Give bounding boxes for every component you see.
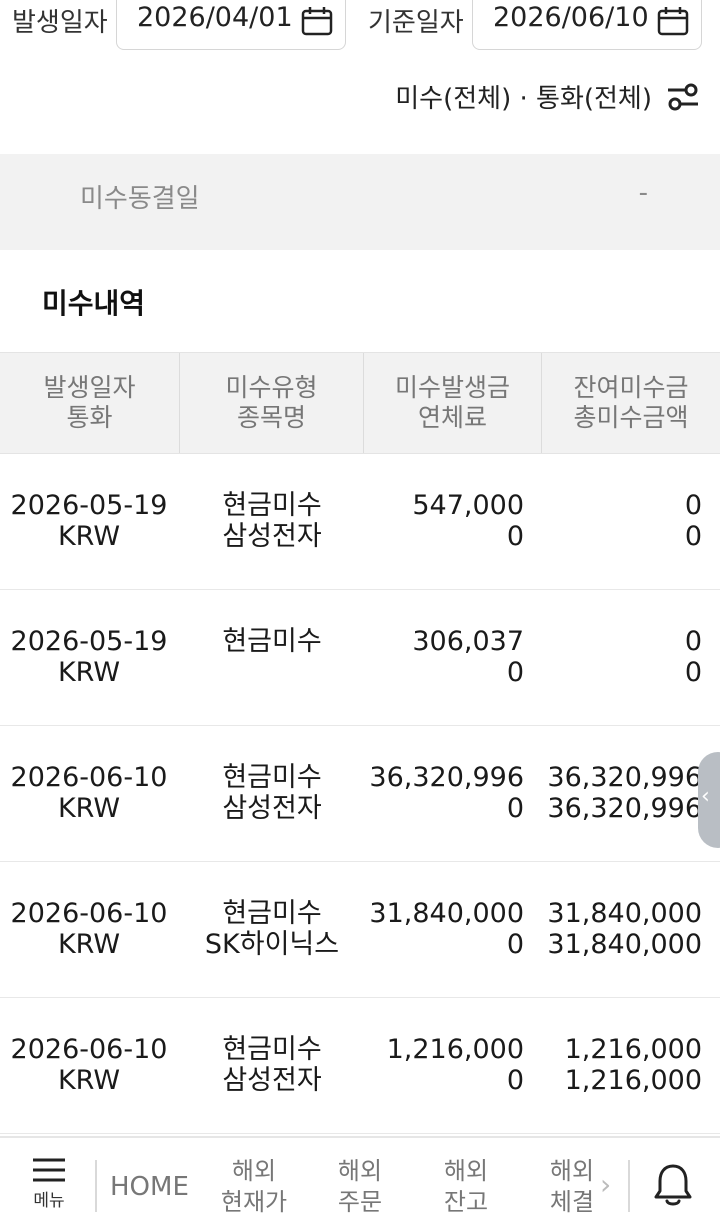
nav-overseas-balance[interactable]: 해외 잔고: [426, 1156, 506, 1218]
cell-amount-fee: 31,840,000 0: [369, 898, 524, 960]
cell-date-currency: 2026-06-10 KRW: [10, 762, 168, 824]
calendar-icon: [301, 7, 333, 36]
cell-remaining-total: 1,216,000 1,216,000: [564, 1034, 702, 1096]
chevron-left-icon: ‹: [701, 784, 710, 809]
header-date-currency: 발생일자 통화: [0, 353, 180, 453]
cell-type-name: 현금미수 삼성전자: [222, 762, 322, 824]
nav-home[interactable]: HOME: [110, 1172, 189, 1202]
header-label: 미수유형: [225, 373, 318, 402]
scope-filter-text: 미수(전체) · 통화(전체): [395, 84, 652, 114]
start-date-value: 2026/04/01: [137, 2, 293, 33]
scope-filter-button[interactable]: 미수(전체) · 통화(전체): [0, 70, 720, 122]
chevron-right-icon[interactable]: ›: [600, 1168, 611, 1201]
header-remaining-total: 잔여미수금 총미수금액: [542, 353, 720, 453]
header-label: 미수발생금: [394, 373, 510, 402]
cell-type-name: 현금미수 SK하이닉스: [204, 898, 340, 960]
nav-overseas-order[interactable]: 해외 주문: [320, 1156, 400, 1218]
menu-button[interactable]: 메뉴: [26, 1158, 72, 1211]
table-row[interactable]: 2026-05-19 KRW 현금미수 306,037 0 00: [0, 590, 720, 726]
table-row[interactable]: 2026-06-10 KRW 현금미수 SK하이닉스 31,840,000 0 31,…: [0, 862, 720, 998]
header-label: 종목명: [236, 403, 306, 432]
cell-remaining-total: 00: [684, 490, 702, 552]
nav-divider: [95, 1160, 97, 1212]
cell-amount-fee: 306,037 0: [412, 626, 524, 688]
freeze-date-row: 미수동결일 -: [0, 154, 720, 250]
header-label: 총미수금액: [573, 403, 689, 432]
cell-date-currency: 2026-05-19 KRW: [10, 626, 168, 688]
header-amount-fee: 미수발생금 연체료: [364, 353, 542, 453]
menu-label: 메뉴: [33, 1191, 65, 1211]
bottom-nav: 메뉴 HOME 해외 현재가 해외 주문 해외 잔고 해외 체결 ›: [0, 1136, 720, 1228]
table-row[interactable]: 2026-06-10 KRW 현금미수 삼성전자 1,216,000 0 1,216,…: [0, 998, 720, 1134]
table-header: 발생일자 통화 미수유형 종목명 미수발생금 연체료 잔여미수금 총미수금액: [0, 352, 720, 454]
cell-type-name: 현금미수 삼성전자: [222, 1034, 322, 1096]
table-row[interactable]: 2026-06-10 KRW 현금미수 삼성전자 36,320,996 0 36,32…: [0, 726, 720, 862]
header-label: 통화: [66, 403, 113, 432]
cell-date-currency: 2026-05-19 KRW: [10, 490, 168, 552]
cell-amount-fee: 547,000 0: [412, 490, 524, 552]
nav-overseas-price[interactable]: 해외 현재가: [214, 1156, 294, 1218]
cell-remaining-total: 31,840,000 31,840,000: [547, 898, 702, 960]
side-panel-tab[interactable]: ‹: [698, 752, 720, 848]
base-date-label: 기준일자: [368, 8, 464, 38]
table-row[interactable]: 2026-05-19 KRW 현금미수 삼성전자 547,000 0 00: [0, 454, 720, 590]
section-title: 미수내역: [42, 287, 146, 320]
header-label: 발생일자: [43, 373, 136, 402]
start-date-label: 발생일자: [12, 8, 108, 38]
freeze-date-value: -: [638, 178, 648, 208]
calendar-icon: [657, 7, 689, 36]
filter-settings-icon: [668, 83, 698, 111]
cell-date-currency: 2026-06-10 KRW: [10, 898, 168, 960]
start-date-picker[interactable]: 2026/04/01: [116, 0, 346, 50]
header-label: 연체료: [417, 403, 487, 432]
date-filter-row: 발생일자 2026/04/01 기준일자 2026/06/10: [0, 0, 720, 60]
cell-amount-fee: 36,320,996 0: [369, 762, 524, 824]
cell-type-name: 현금미수 삼성전자: [222, 490, 322, 552]
base-date-value: 2026/06/10: [493, 2, 649, 33]
cell-type-name: 현금미수: [222, 626, 322, 657]
cell-remaining-total: 36,320,996 36,320,996: [547, 762, 702, 824]
base-date-picker[interactable]: 2026/06/10: [472, 0, 702, 50]
header-label: 잔여미수금: [573, 373, 689, 402]
cell-amount-fee: 1,216,000 0: [386, 1034, 524, 1096]
nav-divider: [628, 1160, 630, 1212]
freeze-date-label: 미수동결일: [80, 184, 200, 214]
cell-remaining-total: 00: [684, 626, 702, 688]
header-type-name: 미수유형 종목명: [180, 353, 364, 453]
cell-date-currency: 2026-06-10 KRW: [10, 1034, 168, 1096]
hamburger-icon: [33, 1158, 65, 1182]
bell-icon[interactable]: [652, 1162, 694, 1208]
